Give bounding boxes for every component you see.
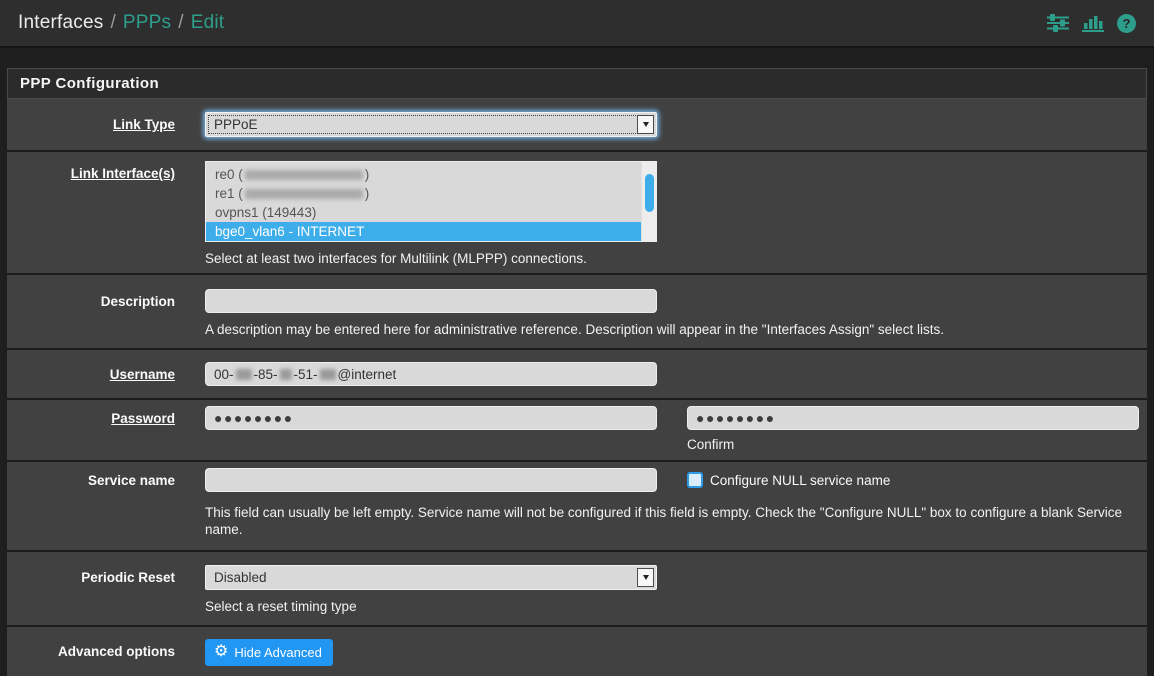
- description-label: Description: [7, 289, 205, 338]
- chevron-down-icon[interactable]: [637, 568, 654, 587]
- configure-null-label: Configure NULL service name: [710, 473, 890, 488]
- sliders-icon[interactable]: [1047, 14, 1069, 32]
- description-input[interactable]: [205, 289, 657, 313]
- main-content: PPP Configuration Link Type PPPoE Link I…: [0, 48, 1154, 676]
- listbox-scrollbar[interactable]: [641, 162, 656, 241]
- breadcrumb-ppps[interactable]: PPPs: [123, 12, 171, 33]
- service-name-label: Service name: [7, 468, 205, 538]
- row-service-name: Service name Configure NULL service name: [7, 460, 1147, 550]
- redacted-text: [236, 369, 252, 380]
- list-item[interactable]: bge0_vlan6 - INTERNET: [206, 222, 641, 241]
- gear-icon: ⚙: [214, 644, 228, 660]
- row-link-interfaces: Link Interface(s) re0 ()re1 ()ovpns1 (14…: [7, 150, 1147, 273]
- service-name-help: This field can usually be left empty. Se…: [205, 504, 1139, 538]
- link-type-select[interactable]: PPPoE: [205, 112, 657, 137]
- redacted-text: [280, 369, 292, 380]
- configure-null-checkbox[interactable]: [687, 472, 703, 488]
- top-navbar: Interfaces / PPPs / Edit: [0, 0, 1154, 48]
- periodic-reset-label: Periodic Reset: [7, 565, 205, 615]
- row-link-type: Link Type PPPoE: [7, 99, 1147, 150]
- advanced-options-label: Advanced options: [7, 639, 205, 666]
- password-label: Password: [7, 406, 205, 452]
- breadcrumb-edit[interactable]: Edit: [191, 12, 225, 33]
- password-confirm-label: Confirm: [687, 437, 1139, 452]
- link-interfaces-label: Link Interface(s): [7, 161, 205, 267]
- redacted-text: [245, 170, 363, 180]
- periodic-reset-select[interactable]: Disabled: [205, 565, 657, 590]
- ppp-configuration-panel: PPP Configuration Link Type PPPoE Link I…: [7, 68, 1147, 676]
- navbar-icons: ?: [1047, 14, 1136, 33]
- row-password: Password ●●●●●●●● ●●●●●●●● Confirm: [7, 398, 1147, 460]
- hide-advanced-button-label: Hide Advanced: [234, 645, 321, 660]
- row-advanced-options: Advanced options ⚙ Hide Advanced: [7, 625, 1147, 676]
- breadcrumb-separator: /: [110, 12, 115, 33]
- list-item[interactable]: ovpns1 (149443): [206, 203, 641, 222]
- password-confirm-input[interactable]: ●●●●●●●●: [687, 406, 1139, 430]
- username-input[interactable]: 00--85--51-@internet: [205, 362, 657, 386]
- row-username: Username 00--85--51-@internet: [7, 348, 1147, 398]
- list-item[interactable]: re1 (): [206, 184, 641, 203]
- link-interfaces-options: re0 ()re1 ()ovpns1 (149443)bge0_vlan6 - …: [206, 162, 641, 241]
- link-interfaces-listbox[interactable]: re0 ()re1 ()ovpns1 (149443)bge0_vlan6 - …: [205, 161, 657, 242]
- bar-chart-icon[interactable]: [1082, 14, 1104, 32]
- hide-advanced-button[interactable]: ⚙ Hide Advanced: [205, 639, 333, 666]
- redacted-text: [320, 369, 336, 380]
- list-item[interactable]: re0 (): [206, 165, 641, 184]
- service-name-input[interactable]: [205, 468, 657, 492]
- periodic-reset-help: Select a reset timing type: [205, 598, 1137, 615]
- chevron-down-icon[interactable]: [637, 115, 654, 134]
- breadcrumb-interfaces[interactable]: Interfaces: [18, 12, 103, 33]
- link-type-label: Link Type: [7, 112, 205, 137]
- redacted-text: [245, 189, 363, 199]
- description-help: A description may be entered here for ad…: [205, 321, 1137, 338]
- row-periodic-reset: Periodic Reset Disabled Select a reset t…: [7, 550, 1147, 625]
- breadcrumb-separator: /: [178, 12, 183, 33]
- scrollbar-thumb[interactable]: [645, 174, 654, 212]
- help-icon[interactable]: ?: [1117, 14, 1136, 33]
- breadcrumb: Interfaces / PPPs / Edit: [18, 12, 224, 34]
- username-label: Username: [7, 362, 205, 386]
- link-type-selected-value: PPPoE: [206, 117, 637, 132]
- form-rows: Link Type PPPoE Link Interface(s) re0 ()…: [7, 99, 1147, 676]
- periodic-reset-selected-value: Disabled: [206, 570, 637, 585]
- password-input[interactable]: ●●●●●●●●: [205, 406, 657, 430]
- panel-title: PPP Configuration: [7, 68, 1147, 99]
- link-interfaces-help: Select at least two interfaces for Multi…: [205, 250, 1137, 267]
- row-description: Description A description may be entered…: [7, 273, 1147, 348]
